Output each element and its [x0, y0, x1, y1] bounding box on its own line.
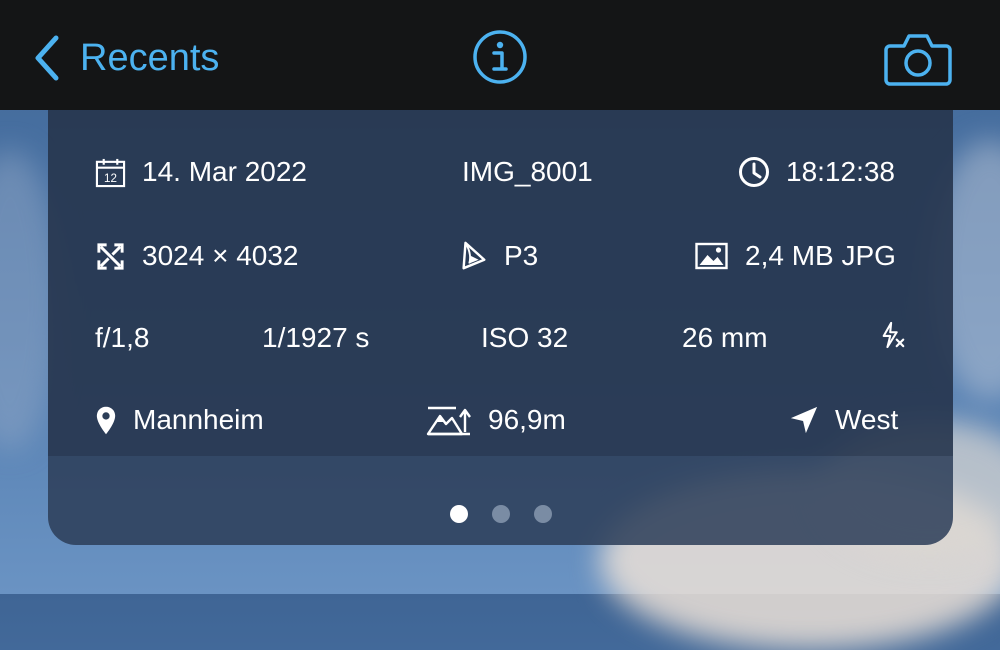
dimensions-cell: 3024 × 4032 [95, 236, 299, 276]
shutter-value: 1/1927 s [262, 322, 370, 353]
clock-icon [738, 156, 770, 188]
info-circle-icon [473, 30, 527, 84]
focal-length-cell: 26 mm [682, 318, 768, 358]
back-button-label: Recents [80, 36, 220, 79]
page-dot-2[interactable] [491, 505, 510, 523]
filename-value: IMG_8001 [462, 156, 593, 187]
file-info-value: 2,4 MB JPG [745, 240, 896, 271]
back-button[interactable]: Recents [30, 30, 219, 86]
aperture-cell: f/1,8 [95, 318, 149, 358]
iso-value: ISO 32 [481, 322, 569, 353]
info-button[interactable] [472, 29, 528, 85]
location-value: Mannheim [133, 404, 264, 435]
image-icon [694, 242, 729, 270]
direction-value: West [835, 404, 899, 435]
page-dot-1[interactable] [449, 505, 468, 523]
chevron-left-icon [35, 35, 59, 81]
altitude-value: 96,9m [488, 404, 566, 435]
direction-cell: West [789, 400, 898, 440]
focal-length-value: 26 mm [682, 322, 768, 353]
shutter-cell: 1/1927 s [262, 318, 369, 358]
location-pin-icon [95, 404, 117, 437]
file-info-cell: 2,4 MB JPG [694, 236, 896, 276]
dimensions-value: 3024 × 4032 [142, 240, 299, 271]
altitude-cell: 96,9m [426, 400, 566, 440]
page-dot-3[interactable] [533, 505, 552, 523]
page-indicator [48, 505, 953, 523]
time-value: 18:12:38 [786, 156, 895, 187]
altitude-mountain-icon [426, 404, 472, 436]
color-profile-cell: P3 [458, 236, 538, 276]
photo-info-panel: 12 14. Mar 2022 IMG_8001 18:12:38 3024 ×… [48, 110, 953, 545]
filename-cell: IMG_8001 [462, 152, 593, 192]
navigation-arrow-icon [789, 405, 819, 435]
aperture-value: f/1,8 [95, 322, 150, 353]
camera-icon [884, 34, 952, 86]
flash-cell [880, 318, 906, 358]
flash-off-icon [880, 321, 906, 356]
resize-icon [95, 241, 126, 272]
date-value: 14. Mar 2022 [142, 156, 307, 187]
camera-button[interactable] [884, 30, 952, 86]
navigation-bar: Recents [0, 0, 1000, 110]
calendar-icon: 12 [95, 157, 126, 188]
color-profile-value: P3 [504, 240, 539, 271]
time-cell: 18:12:38 [738, 152, 895, 192]
iso-cell: ISO 32 [481, 318, 568, 358]
calendar-icon-day: 12 [104, 172, 117, 185]
color-profile-icon [458, 240, 488, 272]
location-cell: Mannheim [95, 400, 264, 440]
date-cell: 12 14. Mar 2022 [95, 152, 307, 192]
